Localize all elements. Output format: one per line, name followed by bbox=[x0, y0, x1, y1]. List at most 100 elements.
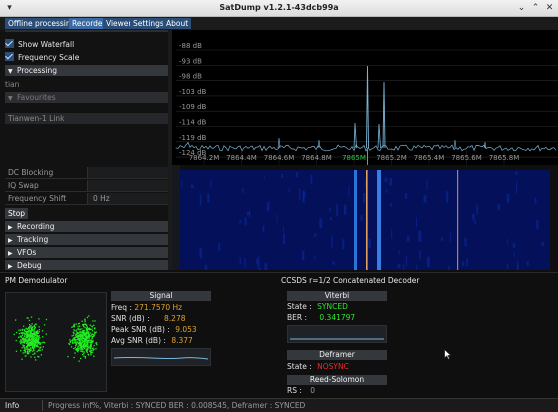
constellation-point bbox=[84, 320, 86, 323]
constellation-point bbox=[86, 348, 88, 350]
peak-snr-label: Peak SNR (dB) : bbox=[111, 325, 170, 334]
constellation-point bbox=[69, 340, 72, 342]
constellation-point bbox=[88, 333, 90, 336]
waterfall-noise bbox=[506, 263, 509, 269]
constellation-point bbox=[90, 354, 92, 356]
waterfall-noise bbox=[199, 194, 202, 206]
processing-header[interactable]: ▼ Processing bbox=[5, 65, 168, 76]
constellation-point bbox=[27, 317, 29, 319]
db-tick-label: -109 dB bbox=[179, 103, 207, 111]
constellation-point bbox=[33, 325, 35, 327]
waterfall-noise bbox=[446, 191, 449, 203]
dc-blocking-row[interactable]: DC Blocking bbox=[5, 167, 168, 179]
constellation-point bbox=[22, 332, 24, 334]
constellation-point bbox=[28, 338, 31, 340]
constellation-point bbox=[28, 341, 30, 344]
tracking-header[interactable]: ▶ Tracking bbox=[5, 234, 168, 245]
maximize-icon[interactable]: ⌃ bbox=[530, 3, 541, 14]
window-title: SatDump v1.2.1-43dcb99a bbox=[219, 3, 339, 12]
constellation-point bbox=[77, 328, 79, 331]
waterfall-noise bbox=[263, 175, 265, 180]
waterfall-noise bbox=[404, 192, 408, 199]
show-waterfall-checkbox[interactable]: Show Waterfall bbox=[5, 39, 74, 50]
iq-swap-row[interactable]: IQ Swap bbox=[5, 180, 168, 192]
constellation-point bbox=[90, 352, 92, 354]
waterfall[interactable] bbox=[180, 170, 550, 270]
fft-spike bbox=[453, 139, 457, 149]
waterfall-noise bbox=[199, 247, 202, 259]
tab-settings[interactable]: Settings bbox=[130, 18, 167, 29]
deframer-state-label: State : bbox=[287, 362, 312, 371]
collapsed-arrow-icon: ▶ bbox=[8, 250, 13, 257]
iq-swap-value[interactable] bbox=[87, 180, 168, 191]
expanded-arrow-icon: ▼ bbox=[8, 68, 13, 75]
frequency-shift-row[interactable]: Frequency Shift 0 Hz bbox=[5, 193, 168, 205]
frequency-shift-value[interactable]: 0 Hz bbox=[87, 193, 168, 204]
minimize-icon[interactable]: ⌄ bbox=[516, 3, 527, 14]
snr-value: 8.278 bbox=[164, 314, 186, 323]
db-tick-label: -98 dB bbox=[179, 73, 202, 81]
constellation-point bbox=[73, 325, 75, 327]
constellation-point bbox=[94, 333, 96, 335]
constellation-point bbox=[82, 334, 84, 336]
dc-blocking-value[interactable] bbox=[87, 167, 168, 178]
constellation-point bbox=[29, 336, 31, 338]
tab-about[interactable]: About bbox=[163, 18, 192, 29]
constellation-point bbox=[36, 350, 38, 353]
constellation-point bbox=[30, 336, 33, 338]
snr-history-svg bbox=[113, 357, 209, 360]
constellation-point bbox=[84, 342, 86, 344]
constellation-point bbox=[45, 318, 48, 321]
constellation-point bbox=[79, 348, 81, 350]
waterfall-noise bbox=[534, 197, 537, 204]
db-tick-label: -130 dB bbox=[179, 164, 207, 165]
constellation-point bbox=[75, 334, 78, 336]
frequency-scale-checkbox[interactable]: Frequency Scale bbox=[5, 52, 79, 63]
waterfall-noise bbox=[418, 230, 422, 242]
waterfall-noise bbox=[266, 201, 270, 212]
snr-history-plot bbox=[111, 348, 211, 366]
constellation-point bbox=[37, 344, 39, 346]
constellation-point bbox=[89, 341, 91, 344]
constellation-point bbox=[79, 335, 81, 337]
constellation-point bbox=[29, 349, 31, 351]
constellation-point bbox=[80, 349, 82, 351]
constellation-point bbox=[22, 352, 24, 354]
favourites-header[interactable]: ▼ Favourites bbox=[5, 92, 168, 103]
waterfall-noise bbox=[426, 179, 428, 190]
constellation-point bbox=[93, 331, 96, 333]
constellation-point bbox=[72, 334, 75, 336]
constellation-point bbox=[38, 356, 40, 358]
constellation-point bbox=[19, 329, 22, 331]
debug-header[interactable]: ▶ Debug bbox=[5, 260, 168, 270]
tracking-label: Tracking bbox=[17, 235, 49, 244]
close-icon[interactable]: ✕ bbox=[544, 3, 555, 14]
waterfall-noise bbox=[516, 261, 519, 270]
info-label: Info bbox=[5, 401, 20, 410]
constellation-point bbox=[84, 319, 86, 321]
constellation-point bbox=[82, 348, 84, 351]
fft-plot[interactable]: -88 dB -93 dB -98 dB -103 dB -109 dB -114 dB -… bbox=[172, 30, 558, 173]
constellation-point bbox=[29, 324, 31, 326]
pipeline-search-text[interactable]: tian bbox=[5, 79, 19, 90]
constellation-point bbox=[28, 340, 30, 342]
pipeline-selector[interactable]: Tianwen-1 Link bbox=[5, 113, 168, 124]
stop-button[interactable]: Stop bbox=[5, 208, 29, 219]
freq-tick-label: 7864.2M bbox=[189, 154, 220, 162]
constellation-point bbox=[88, 328, 90, 331]
waterfall-noise bbox=[181, 179, 183, 188]
recording-header[interactable]: ▶ Recording bbox=[5, 221, 168, 232]
constellation-point bbox=[30, 332, 32, 335]
constellation-point bbox=[93, 344, 95, 347]
waterfall-noise bbox=[313, 233, 317, 237]
constellation-point bbox=[32, 326, 34, 328]
constellation-point bbox=[15, 331, 18, 334]
constellation-point bbox=[23, 349, 25, 352]
tab-offline-processing[interactable]: Offline processing bbox=[5, 18, 79, 29]
vfos-header[interactable]: ▶ VFOs bbox=[5, 247, 168, 258]
constellation-point bbox=[89, 332, 92, 334]
constellation-point bbox=[39, 337, 41, 339]
freq-readout: Freq : 271.7570 Hz bbox=[111, 303, 182, 313]
checkbox-checked-icon bbox=[5, 52, 14, 61]
constellation-plot bbox=[5, 292, 107, 392]
